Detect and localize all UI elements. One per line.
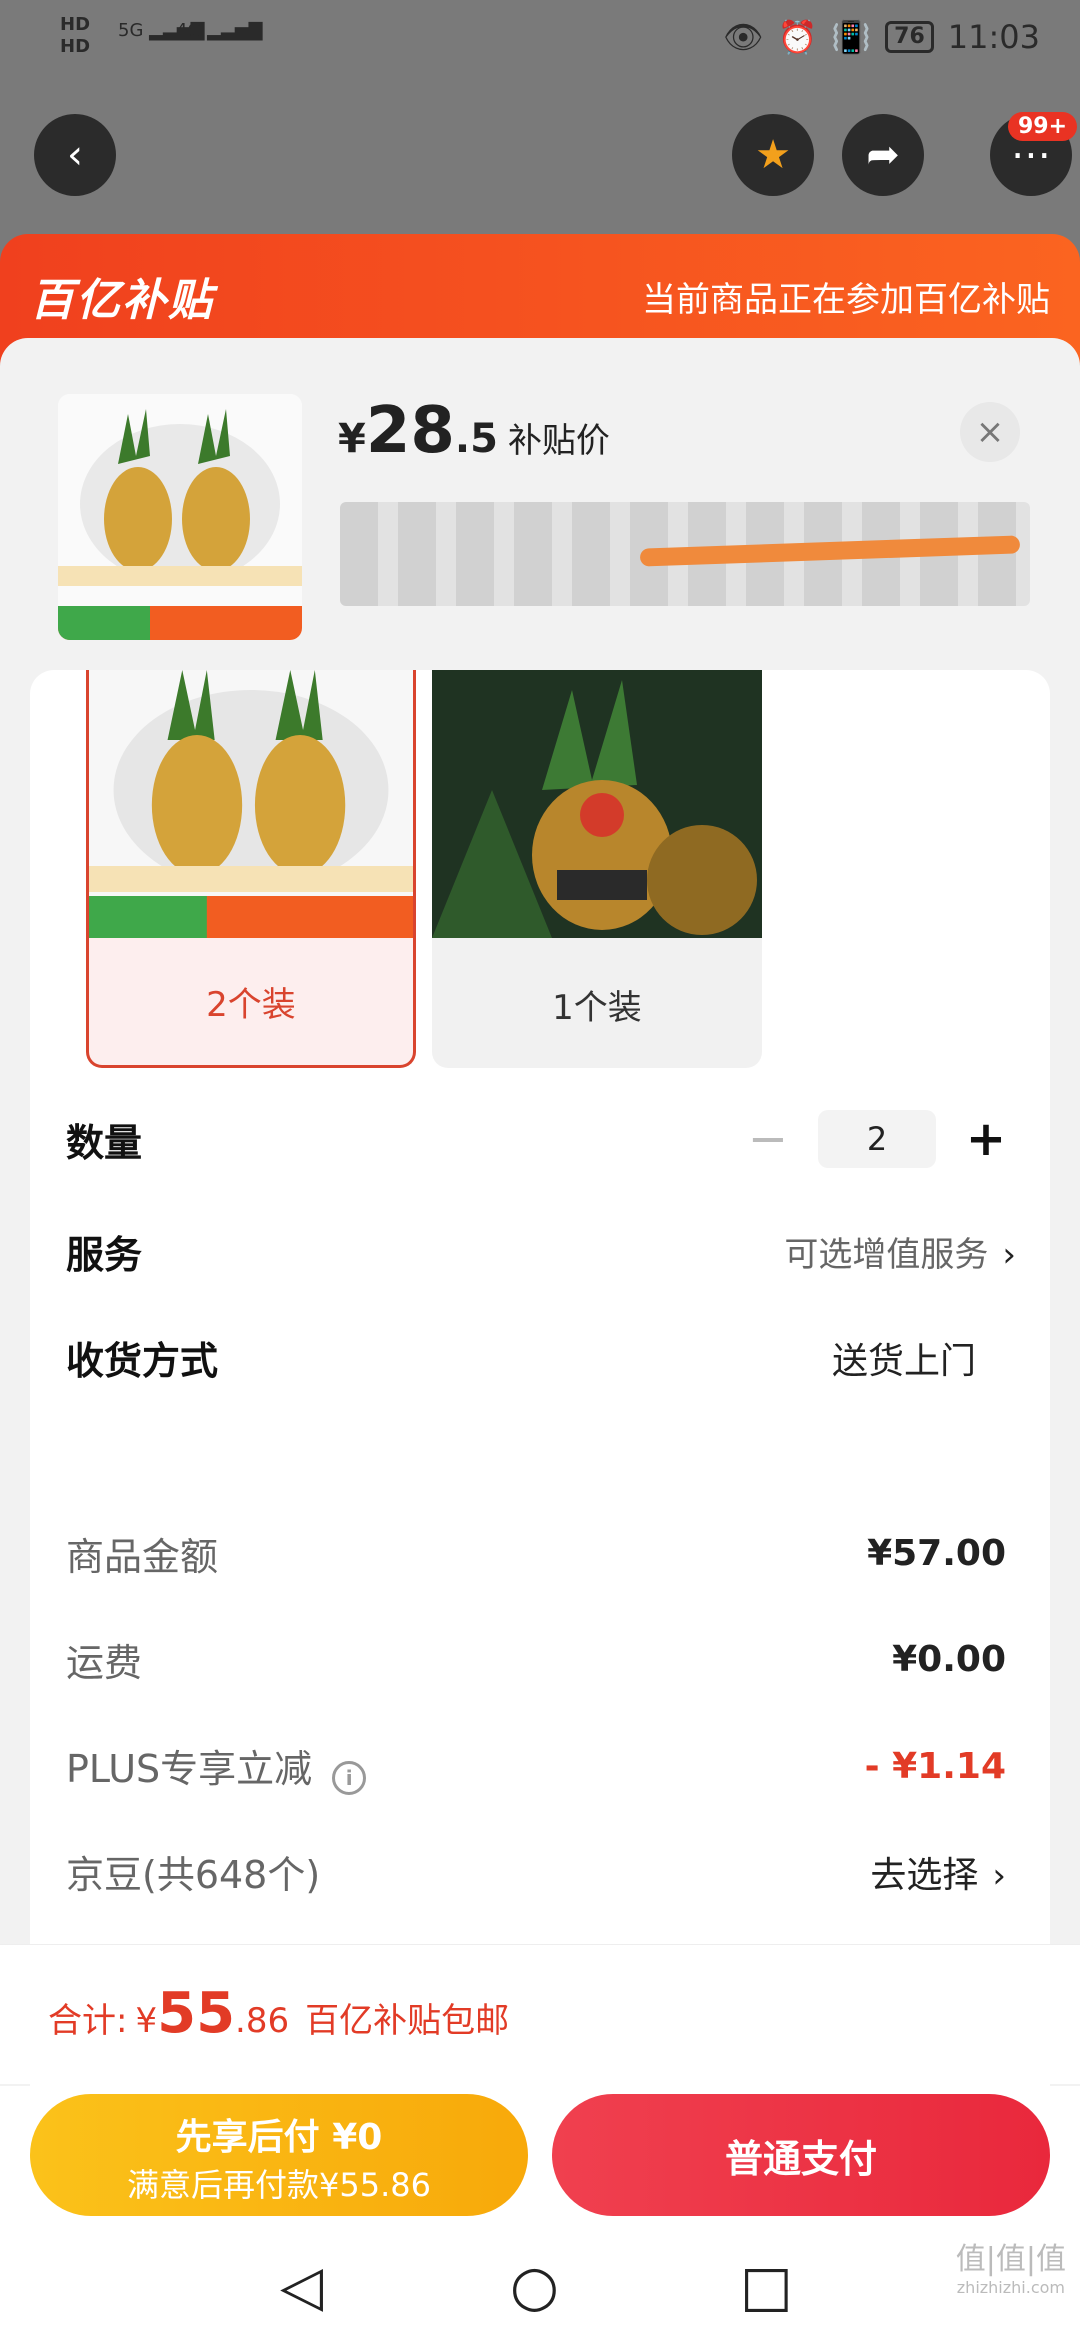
pineapple-2-pack-image [89,670,413,938]
chevron-right-icon: › [992,1855,1006,1896]
option-label: 2个装 [206,984,296,1025]
info-icon[interactable]: i [332,1760,367,1795]
increase-button[interactable]: + [956,1111,1016,1167]
price-decimal: .5 [454,416,498,462]
standard-pay-button[interactable]: 普通支付 [552,2094,1050,2216]
4g-signal-icon: 4G ▂▃▅▇ [176,20,263,41]
plus-discount-row: PLUS专享立减 i - ¥1.14 [66,1738,1006,1795]
shipping-label: 运费 [66,1641,143,1685]
order-summary: 合计: ¥ 55 .86 百亿补贴包邮 [0,1944,1080,2084]
chevron-right-icon: › [1002,1235,1016,1275]
back-button[interactable]: ‹ [34,114,116,196]
plus-discount-value: - ¥1.14 [864,1745,1006,1787]
nav-home-icon[interactable]: ○ [510,2254,559,2319]
close-button[interactable]: × [960,402,1020,462]
eye-icon: 👁 [722,18,764,56]
service-label: 服务 [66,1233,143,1277]
action-bar: 先享后付 ¥0 满意后再付款¥55.86 普通支付 [0,2086,1080,2226]
product-price: ¥28.5 补贴价 [338,394,610,468]
pay-later-subtitle: 满意后再付款¥55.86 [127,2166,431,2204]
shipping-row: 运费 ¥0.00 [66,1632,1006,1687]
total-decimal: .86 [235,2001,290,2041]
shipping-value: ¥0.00 [892,1639,1006,1680]
total-integer: 55 [157,1981,236,2046]
status-bar: HD HD 5G ▂▃▅▇ 4G ▂▃▅▇ 👁 ⏰ 📳 76 11:03 [0,0,1080,80]
watermark: 值|值|值 zhizhizhi.com [955,2242,1066,2297]
share-button[interactable]: ➦ [842,114,924,196]
vibrate-icon: 📳 [831,18,872,56]
quantity-field[interactable]: 2 [818,1110,936,1168]
star-icon: ★ [755,132,791,178]
option-1-pack[interactable]: 1个装 [432,670,762,1068]
nav-back-icon[interactable]: ◁ [280,2254,323,2319]
plus-discount-label: PLUS专享立减 [66,1747,313,1791]
total-label: 合计: [48,2001,128,2041]
service-row[interactable]: 服务 可选增值服务 › [66,1224,1016,1279]
subsidy-slogan: 当前商品正在参加百亿补贴 [642,280,1050,320]
product-thumbnail [58,394,302,640]
jd-beans-select: 去选择 [870,1854,979,1896]
jd-beans-label: 京豆(共648个) [66,1853,321,1897]
chevron-left-icon: ‹ [67,132,83,178]
goods-amount-value: ¥57.00 [867,1533,1006,1574]
share-icon: ➦ [866,132,900,178]
jd-beans-row[interactable]: 京豆(共648个) 去选择 › [66,1844,1006,1899]
clock: 11:03 [947,18,1040,56]
option-label: 1个装 [552,987,642,1028]
favorite-button[interactable]: ★ [732,114,814,196]
quantity-row: 数量 − 2 + [66,1110,1016,1168]
quantity-label: 数量 [66,1120,143,1165]
delivery-label: 收货方式 [66,1339,219,1383]
pay-later-title: 先享后付 ¥0 [175,2117,383,2158]
price-tag: 补贴价 [507,421,610,461]
notification-badge: 99+ [1008,112,1078,141]
close-icon: × [975,412,1005,452]
delivery-value: 送货上门 [831,1340,976,1382]
price-integer: 28 [365,394,455,468]
goods-amount-label: 商品金额 [66,1535,219,1579]
pineapple-image [58,394,302,640]
decrease-button[interactable]: − [738,1111,798,1167]
subsidy-logo: 百亿补贴 [30,275,214,326]
product-header: ¥28.5 补贴价 × [0,338,1080,678]
battery-indicator: 76 [885,21,934,53]
nav-recents-icon[interactable]: □ [740,2254,793,2319]
alarm-icon: ⏰ [777,18,818,56]
hd-signal-indicator: HD HD [60,14,91,57]
total-note: 百亿补贴包邮 [305,2001,510,2041]
system-nav-bar: ◁ ○ □ [0,2226,1080,2340]
goods-amount-row: 商品金额 ¥57.00 [66,1526,1006,1581]
total-price: 合计: ¥ 55 .86 百亿补贴包邮 [48,1981,510,2046]
quantity-stepper: − 2 + [738,1110,1016,1168]
service-value: 可选增值服务 [784,1235,989,1275]
pay-later-button[interactable]: 先享后付 ¥0 满意后再付款¥55.86 [30,2094,528,2216]
pineapple-1-pack-image [432,670,762,938]
option-2-pack[interactable]: 2个装 [86,670,416,1068]
delivery-row: 收货方式 送货上门 [66,1330,1016,1385]
